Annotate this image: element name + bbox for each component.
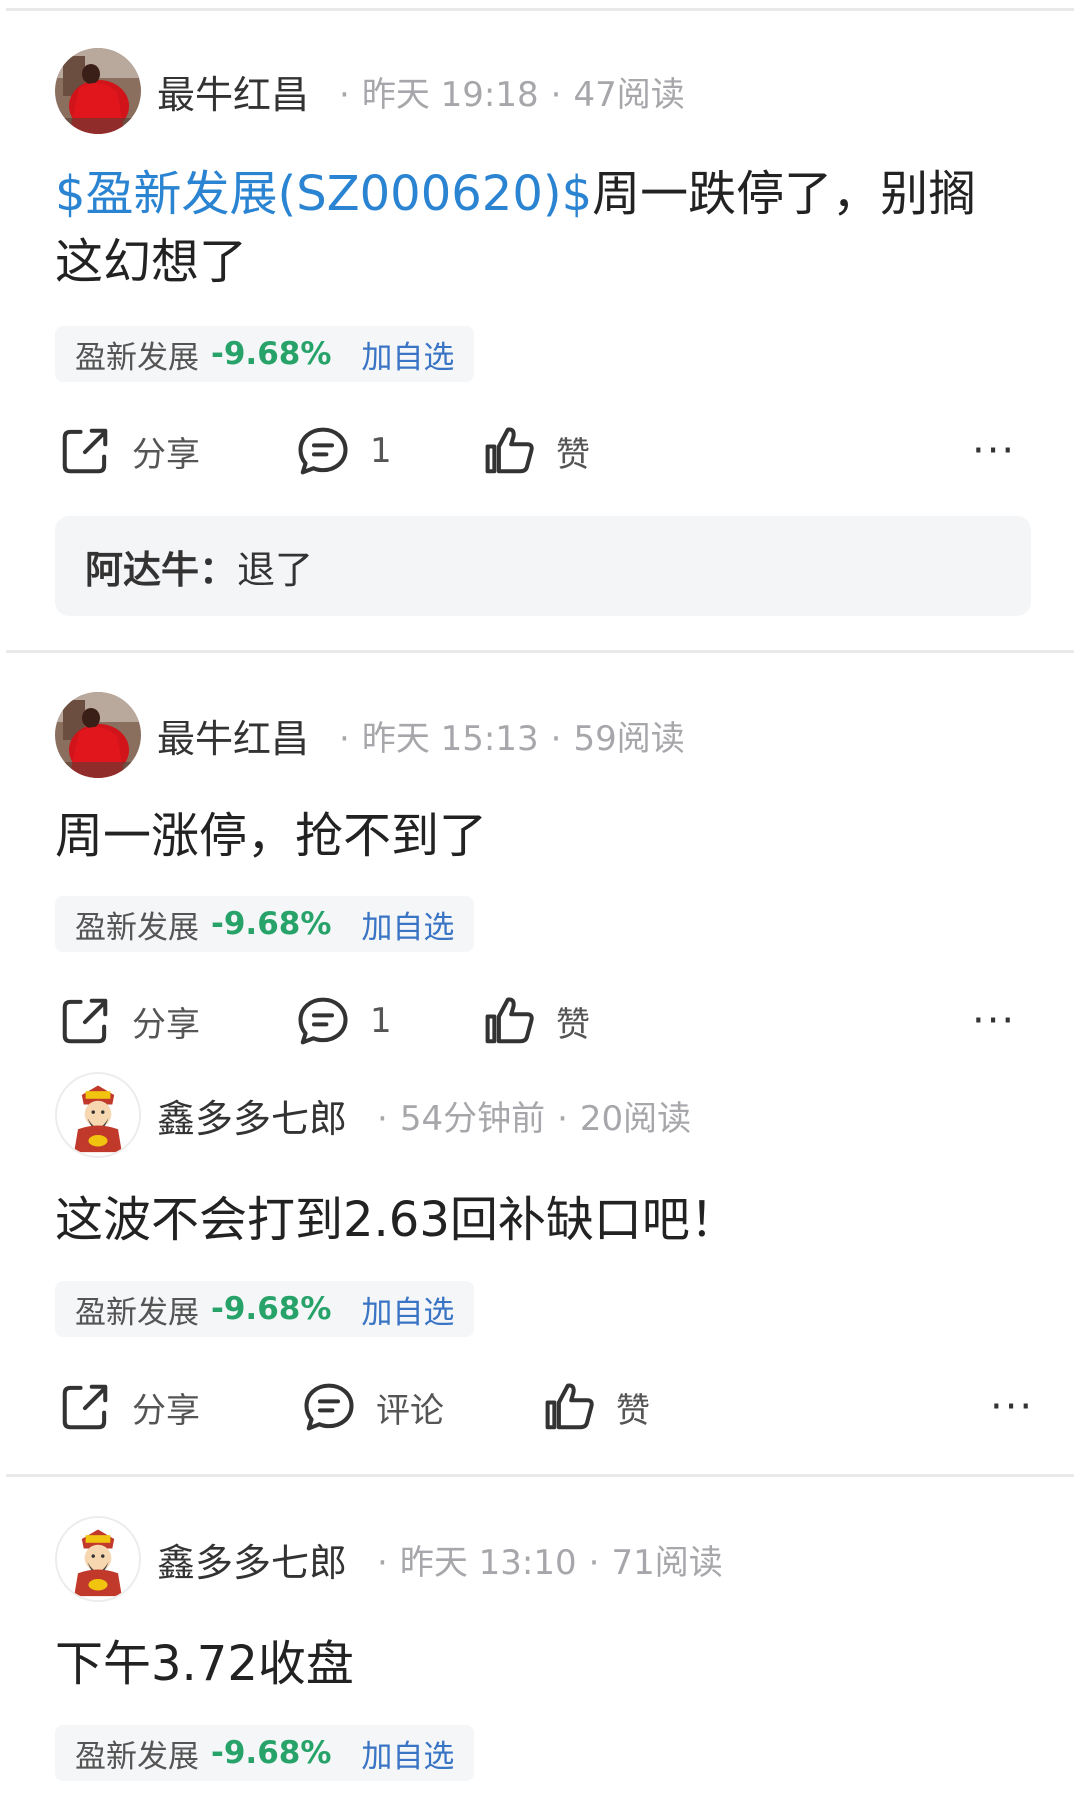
share-button[interactable]: 分享 <box>58 1372 200 1442</box>
post-content[interactable]: $盈新发展(SZ000620)$周一跌停了，别搁这幻想了 <box>55 160 1015 296</box>
read-count: 71阅读 <box>611 1542 723 1583</box>
divider <box>6 650 1074 653</box>
divider <box>6 1474 1074 1477</box>
like-label: 赞 <box>556 434 590 475</box>
stock-tag[interactable]: 盈新发展 -9.68% 加自选 <box>55 326 475 382</box>
stock-change: -9.68% <box>211 336 332 372</box>
comment-button[interactable]: 评论 <box>302 1372 444 1442</box>
comment-count: 1 <box>370 1001 392 1041</box>
like-button[interactable]: 赞 <box>542 1372 650 1442</box>
share-label: 分享 <box>132 434 200 475</box>
post-meta: · 昨天 13:10 · 71阅读 <box>365 1535 723 1584</box>
avatar[interactable] <box>55 1072 141 1158</box>
meta-dot: · <box>377 1098 388 1139</box>
post-header: 最牛红昌 · 昨天 19:18 · 47阅读 <box>55 48 685 134</box>
post-content[interactable]: 下午3.72收盘 <box>55 1630 1015 1698</box>
author-name[interactable]: 鑫多多七郎 <box>157 1532 347 1587</box>
post-time: 昨天 19:18 <box>361 74 539 115</box>
reply-author[interactable]: 阿达牛： <box>85 539 237 594</box>
share-label: 分享 <box>132 1004 200 1045</box>
reply-text: 退了 <box>237 547 314 592</box>
meta-dot: · <box>377 1542 388 1583</box>
share-label: 分享 <box>132 1390 200 1431</box>
comment-label: 评论 <box>376 1390 444 1431</box>
post-text: 这波不会打到2.63回补缺口吧！ <box>55 1192 738 1248</box>
post-header: 最牛红昌 · 昨天 15:13 · 59阅读 <box>55 692 685 778</box>
stock-name: 盈新发展 <box>75 909 199 946</box>
stock-name: 盈新发展 <box>75 1294 199 1331</box>
author-name[interactable]: 最牛红昌 <box>157 64 309 119</box>
more-icon[interactable]: ··· <box>990 1372 1034 1442</box>
avatar[interactable] <box>55 48 141 134</box>
add-watchlist-button[interactable]: 加自选 <box>361 1287 454 1332</box>
stock-name: 盈新发展 <box>75 339 199 376</box>
post-time: 昨天 13:10 <box>399 1542 577 1583</box>
like-button[interactable]: 赞 <box>482 986 590 1056</box>
like-icon <box>482 424 536 478</box>
meta-dot: · <box>588 1542 600 1583</box>
meta-dot: · <box>339 74 350 115</box>
stock-tag[interactable]: 盈新发展 -9.68% 加自选 <box>55 1725 475 1781</box>
stock-change: -9.68% <box>211 1735 332 1771</box>
post-text: 周一涨停，抢不到了 <box>55 808 488 864</box>
stock-tag[interactable]: 盈新发展 -9.68% 加自选 <box>55 896 475 952</box>
meta-dot: · <box>550 718 562 759</box>
read-count: 20阅读 <box>579 1098 692 1139</box>
post-text: 下午3.72收盘 <box>55 1636 354 1692</box>
stock-change: -9.68% <box>211 1291 332 1327</box>
post-content[interactable]: 这波不会打到2.63回补缺口吧！ <box>55 1186 1015 1254</box>
action-bar: 分享 1 赞 ··· <box>0 986 1080 1056</box>
add-watchlist-button[interactable]: 加自选 <box>361 902 454 947</box>
read-count: 59阅读 <box>573 718 685 759</box>
read-count: 47阅读 <box>573 74 685 115</box>
comment-icon <box>302 1380 356 1434</box>
post-header: 鑫多多七郎 · 昨天 13:10 · 71阅读 <box>55 1516 723 1602</box>
avatar[interactable] <box>55 1516 141 1602</box>
comment-button[interactable]: 1 <box>296 986 392 1056</box>
add-watchlist-button[interactable]: 加自选 <box>361 332 454 377</box>
post-meta: · 昨天 19:18 · 47阅读 <box>327 67 685 116</box>
stock-change: -9.68% <box>211 906 332 942</box>
comment-icon <box>296 424 350 478</box>
stock-name: 盈新发展 <box>75 1738 199 1775</box>
stock-tag[interactable]: 盈新发展 -9.68% 加自选 <box>55 1281 475 1337</box>
comment-button[interactable]: 1 <box>296 416 392 486</box>
add-watchlist-button[interactable]: 加自选 <box>361 1731 454 1776</box>
avatar[interactable] <box>55 692 141 778</box>
post-header: 鑫多多七郎 · 54分钟前 · 20阅读 <box>55 1072 691 1158</box>
divider <box>6 8 1074 11</box>
meta-dot: · <box>339 718 350 759</box>
share-button[interactable]: 分享 <box>58 986 200 1056</box>
post-time: 54分钟前 <box>399 1098 546 1139</box>
stock-link[interactable]: $盈新发展(SZ000620)$ <box>55 166 592 222</box>
action-bar: 分享 1 赞 ··· <box>0 416 1080 486</box>
post-meta: · 昨天 15:13 · 59阅读 <box>327 711 685 760</box>
share-icon <box>58 994 112 1048</box>
more-icon[interactable]: ··· <box>972 986 1016 1056</box>
share-icon <box>58 1380 112 1434</box>
like-button[interactable]: 赞 <box>482 416 590 486</box>
like-label: 赞 <box>616 1390 650 1431</box>
action-bar: 分享 评论 赞 ··· <box>0 1372 1080 1442</box>
meta-dot: · <box>557 1098 568 1139</box>
meta-dot: · <box>550 74 562 115</box>
like-icon <box>542 1380 596 1434</box>
author-name[interactable]: 鑫多多七郎 <box>157 1088 347 1143</box>
comment-icon <box>296 994 350 1048</box>
more-icon[interactable]: ··· <box>972 416 1016 486</box>
post-content[interactable]: 周一涨停，抢不到了 <box>55 802 1015 870</box>
reply-preview[interactable]: 阿达牛： 退了 <box>55 516 1031 616</box>
post-time: 昨天 15:13 <box>361 718 539 759</box>
comment-count: 1 <box>370 431 392 471</box>
share-icon <box>58 424 112 478</box>
post-meta: · 54分钟前 · 20阅读 <box>365 1091 691 1140</box>
author-name[interactable]: 最牛红昌 <box>157 708 309 763</box>
like-label: 赞 <box>556 1004 590 1045</box>
share-button[interactable]: 分享 <box>58 416 200 486</box>
like-icon <box>482 994 536 1048</box>
feed: 最牛红昌 · 昨天 19:18 · 47阅读 $盈新发展(SZ000620)$周一跌停… <box>0 0 1080 1807</box>
